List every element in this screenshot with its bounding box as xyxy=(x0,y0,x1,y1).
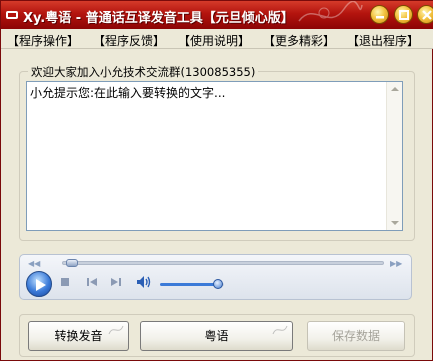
cantonese-button[interactable]: 粤语 xyxy=(140,321,293,351)
seek-bar[interactable] xyxy=(62,261,384,265)
menu-exit-program[interactable]: 【退出程序】 xyxy=(347,32,419,49)
swirl-decoration-icon xyxy=(108,325,124,335)
maximize-icon xyxy=(399,10,409,20)
next-icon[interactable] xyxy=(110,277,122,287)
media-player: ◀◀ ▶▶ xyxy=(19,254,412,300)
previous-icon[interactable] xyxy=(86,277,98,287)
vertical-scrollbar[interactable] xyxy=(386,82,402,230)
window-title: Xy.粤语 - 普通话互译发音工具【元旦倾心版】 xyxy=(23,11,294,26)
menu-program-feedback[interactable]: 【程序反馈】 xyxy=(93,32,165,49)
title-decoration-icon xyxy=(298,1,363,22)
scroll-down-icon[interactable] xyxy=(391,221,399,225)
seek-forward-icon[interactable]: ▶▶ xyxy=(390,259,402,268)
close-button[interactable] xyxy=(417,5,433,24)
save-data-button[interactable]: 保存数据 xyxy=(307,321,405,351)
seek-back-icon[interactable]: ◀◀ xyxy=(28,259,40,268)
menu-instructions[interactable]: 【使用说明】 xyxy=(178,32,250,49)
text-input[interactable]: 小允提示您:在此输入要转换的文字... xyxy=(26,81,403,231)
menu-more-features[interactable]: 【更多精彩】 xyxy=(263,32,335,49)
title-bar[interactable]: Xy.粤语 - 普通话互译发音工具【元旦倾心版】 xyxy=(1,1,433,29)
swirl-decoration-icon xyxy=(272,325,288,335)
seek-thumb[interactable] xyxy=(65,259,78,267)
minimize-button[interactable] xyxy=(370,5,389,24)
group-label: 欢迎大家加入小允技术交流群(130085355) xyxy=(28,64,259,80)
menu-program-operation[interactable]: 【程序操作】 xyxy=(7,32,79,49)
cantonese-label: 粤语 xyxy=(204,329,229,343)
play-button[interactable] xyxy=(26,271,52,297)
close-icon xyxy=(422,10,432,20)
volume-thumb[interactable] xyxy=(212,279,223,289)
speaker-icon[interactable] xyxy=(136,275,152,289)
save-label: 保存数据 xyxy=(331,329,380,343)
app-icon xyxy=(6,11,18,19)
stop-icon[interactable] xyxy=(60,277,70,287)
convert-pronunciation-button[interactable]: 转换发音 xyxy=(28,321,129,351)
scroll-up-icon[interactable] xyxy=(391,87,399,91)
maximize-button[interactable] xyxy=(394,5,413,24)
app-window: Xy.粤语 - 普通话互译发音工具【元旦倾心版】 【程序操作】 【程序反馈】 【… xyxy=(0,0,433,361)
text-input-content: 小允提示您:在此输入要转换的文字... xyxy=(30,86,226,100)
minimize-icon xyxy=(376,16,384,19)
menu-bar: 【程序操作】 【程序反馈】 【使用说明】 【更多精彩】 【退出程序】 xyxy=(1,29,433,49)
convert-label: 转换发音 xyxy=(54,329,103,343)
play-icon xyxy=(36,279,46,291)
